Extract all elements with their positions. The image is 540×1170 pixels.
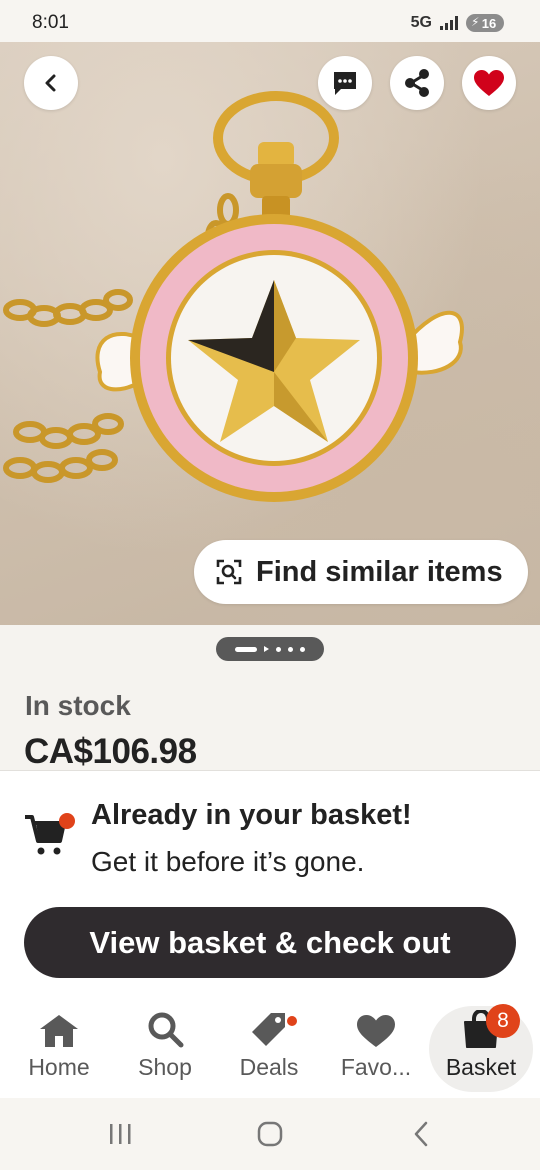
deals-notification-dot	[285, 1014, 299, 1028]
nav-shop[interactable]: Shop	[120, 998, 210, 1098]
view-basket-checkout-button[interactable]: View basket & check out	[24, 907, 516, 978]
heart-icon	[357, 1015, 395, 1047]
system-back-button[interactable]	[406, 1118, 438, 1150]
network-type: 5G	[410, 14, 432, 31]
product-price: CA$106.98	[24, 732, 197, 771]
nav-favourites[interactable]: Favo...	[326, 998, 426, 1098]
message-seller-button[interactable]	[318, 56, 372, 110]
nav-home-label: Home	[28, 1054, 90, 1080]
status-indicators: 5G ⚡ 16	[411, 14, 504, 32]
find-similar-button[interactable]: Find similar items	[194, 540, 528, 604]
recent-apps-button[interactable]	[104, 1118, 136, 1150]
chat-icon	[334, 72, 356, 95]
nav-basket-label: Basket	[445, 1054, 517, 1080]
share-button[interactable]	[390, 56, 444, 110]
search-icon	[148, 1012, 184, 1048]
image-carousel-pager[interactable]	[216, 637, 324, 661]
status-bar: 8:01 5G ⚡ 16	[0, 0, 540, 42]
recent-apps-icon	[110, 1124, 131, 1144]
product-image[interactable]: Find similar items	[0, 42, 540, 625]
back-button[interactable]	[24, 56, 78, 110]
cart-icon	[25, 813, 75, 855]
home-icon	[40, 1015, 78, 1047]
home-button[interactable]	[254, 1118, 286, 1150]
pager-dot-active	[235, 646, 257, 652]
basket-count-badge: 8	[486, 1004, 520, 1038]
nav-home[interactable]: Home	[14, 998, 104, 1098]
system-nav-bar	[0, 1098, 540, 1170]
share-icon	[405, 69, 429, 97]
status-time: 8:01	[32, 12, 69, 33]
tag-icon	[252, 1013, 285, 1046]
home-circle-icon	[257, 1121, 283, 1147]
nav-favourites-label: Favo...	[340, 1054, 412, 1080]
pager-dot	[300, 646, 305, 652]
signal-icon	[440, 16, 458, 30]
nav-deals-label: Deals	[239, 1054, 299, 1080]
nav-shop-label: Shop	[138, 1054, 192, 1080]
pager-dot	[288, 646, 293, 652]
battery-level: 16	[481, 15, 497, 31]
stock-status: In stock	[25, 690, 131, 721]
nav-deals[interactable]: Deals	[224, 998, 314, 1098]
visual-search-icon	[216, 559, 242, 585]
basket-sheet-title: Already in your basket!	[91, 799, 412, 831]
battery-icon: ⚡ 16	[466, 14, 504, 32]
favorite-button[interactable]	[462, 56, 516, 110]
heart-icon	[474, 70, 504, 96]
chevron-left-icon	[45, 74, 56, 92]
pager-dot	[276, 646, 281, 652]
basket-sheet-subtitle: Get it before it’s gone.	[91, 846, 365, 877]
back-arrow-icon	[414, 1121, 428, 1147]
bottom-nav: Home Shop Deals Favo... Basket	[0, 998, 540, 1098]
video-slide-icon	[264, 646, 269, 652]
find-similar-label: Find similar items	[256, 555, 503, 588]
pocket-watch-photo	[3, 91, 464, 502]
